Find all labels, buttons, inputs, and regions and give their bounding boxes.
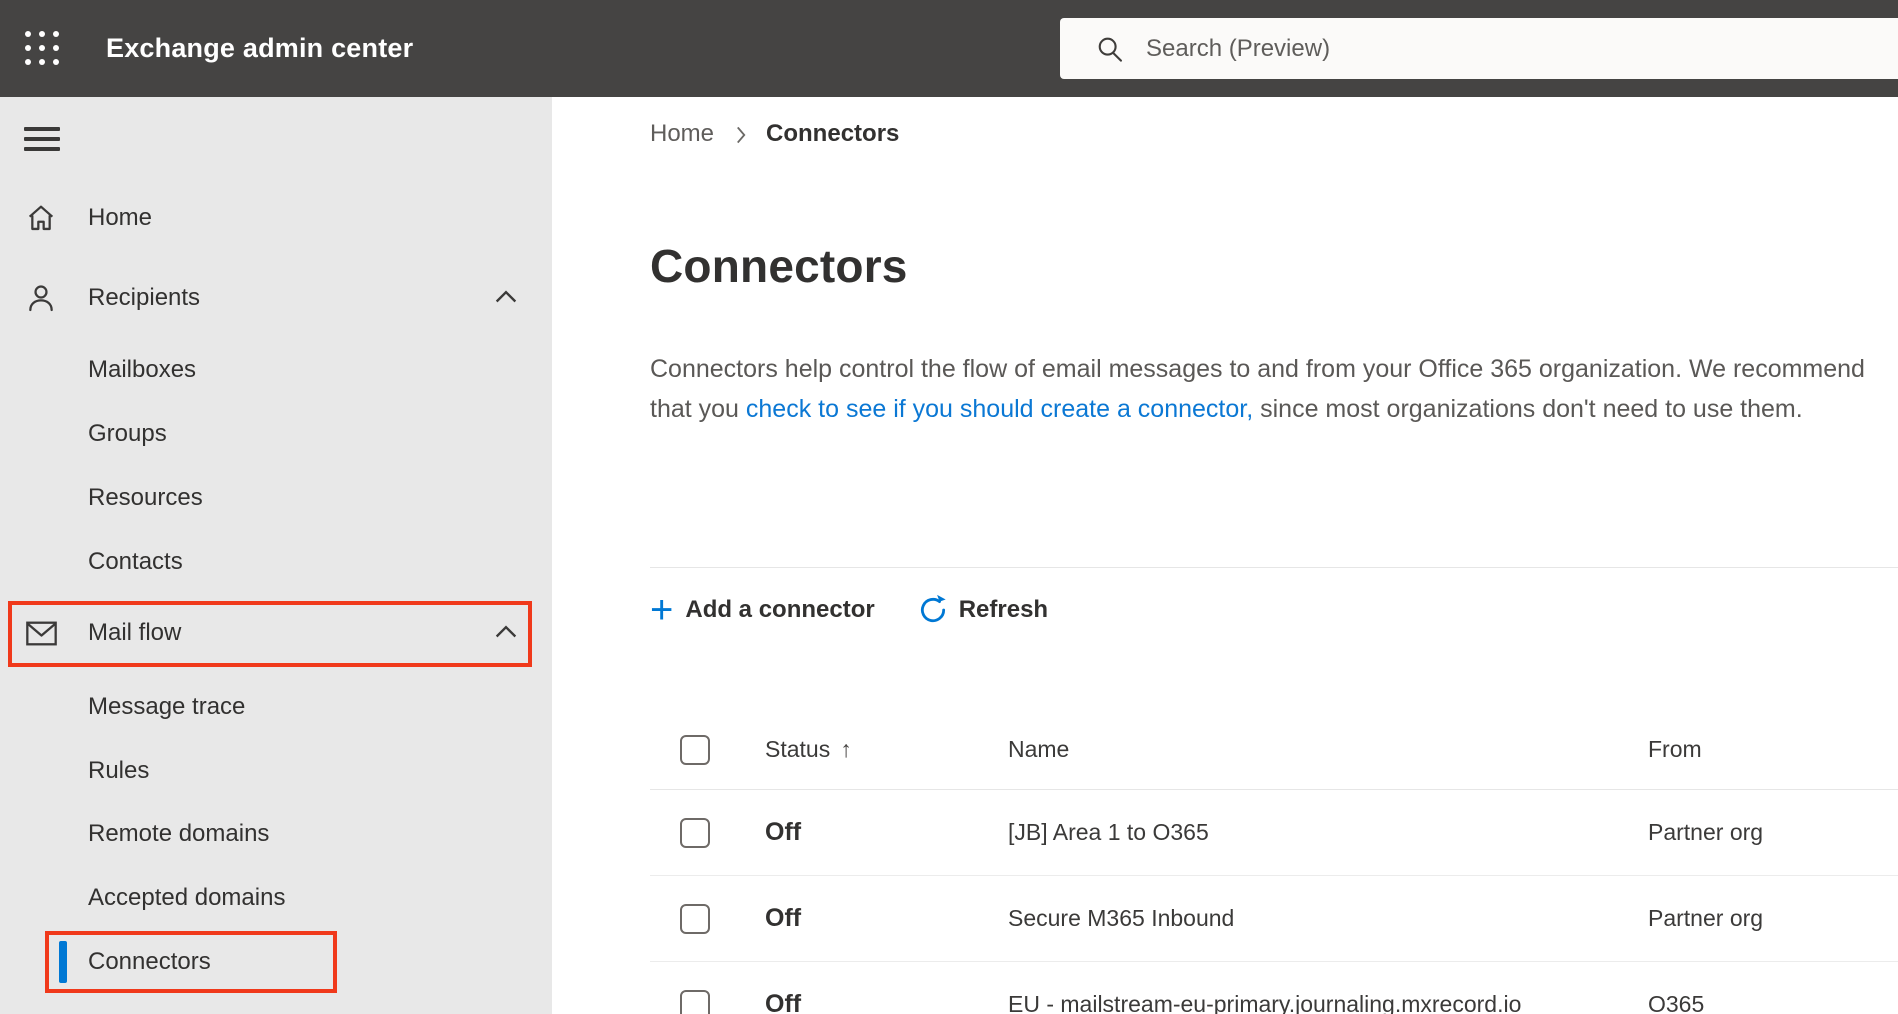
connector-name: EU - mailstream-eu-primary.journaling.mx… — [1008, 991, 1522, 1014]
person-icon — [24, 281, 58, 315]
sidebar-item-message-trace[interactable]: Message trace — [0, 679, 552, 735]
row-checkbox[interactable] — [680, 817, 710, 848]
sidebar-item-accepted-domains[interactable]: Accepted domains — [0, 870, 552, 926]
top-bar: Exchange admin center — [0, 0, 1898, 97]
connector-name: [JB] Area 1 to O365 — [1008, 819, 1209, 845]
table-row[interactable]: Off Secure M365 Inbound Partner org — [650, 876, 1898, 962]
sidebar-item-groups[interactable]: Groups — [0, 406, 552, 462]
connector-from: Partner org — [1648, 819, 1764, 845]
mail-icon — [24, 616, 58, 650]
breadcrumb-home-link[interactable]: Home — [650, 120, 714, 148]
waffle-icon — [25, 31, 59, 65]
page-title: Connectors — [650, 240, 908, 292]
plus-icon: + — [650, 588, 674, 632]
exchange-admin-center-app: Exchange admin center Home Recipients — [0, 0, 1898, 1014]
nav-collapse-button[interactable] — [24, 127, 60, 151]
sidebar-item-mailboxes[interactable]: Mailboxes — [0, 342, 552, 398]
table-row[interactable]: Off EU - mailstream-eu-primary.journalin… — [650, 962, 1898, 1014]
search-input[interactable] — [1124, 18, 1898, 79]
refresh-icon — [917, 594, 949, 626]
global-search — [1060, 18, 1898, 79]
add-connector-button[interactable]: + Add a connector — [650, 588, 875, 632]
selected-item-indicator — [59, 941, 67, 983]
row-checkbox[interactable] — [680, 903, 710, 934]
column-header-name[interactable]: Name — [1008, 736, 1648, 763]
command-bar: + Add a connector Refresh — [650, 584, 1048, 636]
page-description: Connectors help control the flow of emai… — [650, 355, 1865, 423]
chevron-up-icon — [492, 619, 520, 647]
connector-from: Partner org — [1648, 905, 1764, 931]
sidebar-item-remote-domains[interactable]: Remote domains — [0, 806, 552, 862]
hamburger-icon — [24, 127, 60, 131]
breadcrumb-current: Connectors — [766, 120, 900, 147]
select-all-checkbox[interactable] — [680, 734, 710, 765]
home-icon — [24, 201, 58, 235]
connectors-table: Status ↑ Name From Off [JB] Area 1 to O3… — [650, 710, 1898, 1014]
sidebar-item-resources[interactable]: Resources — [0, 470, 552, 526]
sidebar-nav: Home Recipients Mailboxes Groups Resourc… — [0, 97, 552, 1014]
sidebar-item-connectors[interactable]: Connectors — [0, 934, 552, 990]
chevron-up-icon — [492, 284, 520, 312]
table-row[interactable]: Off [JB] Area 1 to O365 Partner org — [650, 790, 1898, 876]
column-header-status[interactable]: Status ↑ — [765, 736, 1008, 763]
connector-from: O365 — [1648, 991, 1705, 1014]
sidebar-item-home[interactable]: Home — [0, 190, 552, 246]
sidebar-item-contacts[interactable]: Contacts — [0, 534, 552, 590]
column-header-from[interactable]: From — [1648, 736, 1898, 763]
create-connector-check-link[interactable]: check to see if you should create a conn… — [746, 395, 1253, 423]
refresh-button[interactable]: Refresh — [917, 594, 1048, 626]
breadcrumb-chevron-icon — [728, 122, 754, 148]
app-launcher-button[interactable] — [22, 28, 62, 68]
app-title: Exchange admin center — [106, 33, 414, 63]
main-content: Home Connectors Connectors Connectors he… — [552, 97, 1898, 1014]
sidebar-item-mail-flow[interactable]: Mail flow — [0, 605, 552, 661]
sidebar-item-rules[interactable]: Rules — [0, 743, 552, 799]
sidebar-item-recipients[interactable]: Recipients — [0, 270, 552, 326]
row-checkbox[interactable] — [680, 989, 710, 1014]
connector-name: Secure M365 Inbound — [1008, 905, 1235, 931]
toolbar-top-divider — [650, 567, 1898, 568]
search-icon — [1096, 35, 1124, 63]
breadcrumb: Home Connectors — [650, 117, 899, 151]
sort-ascending-icon: ↑ — [840, 736, 852, 762]
table-header-row: Status ↑ Name From — [650, 710, 1898, 790]
